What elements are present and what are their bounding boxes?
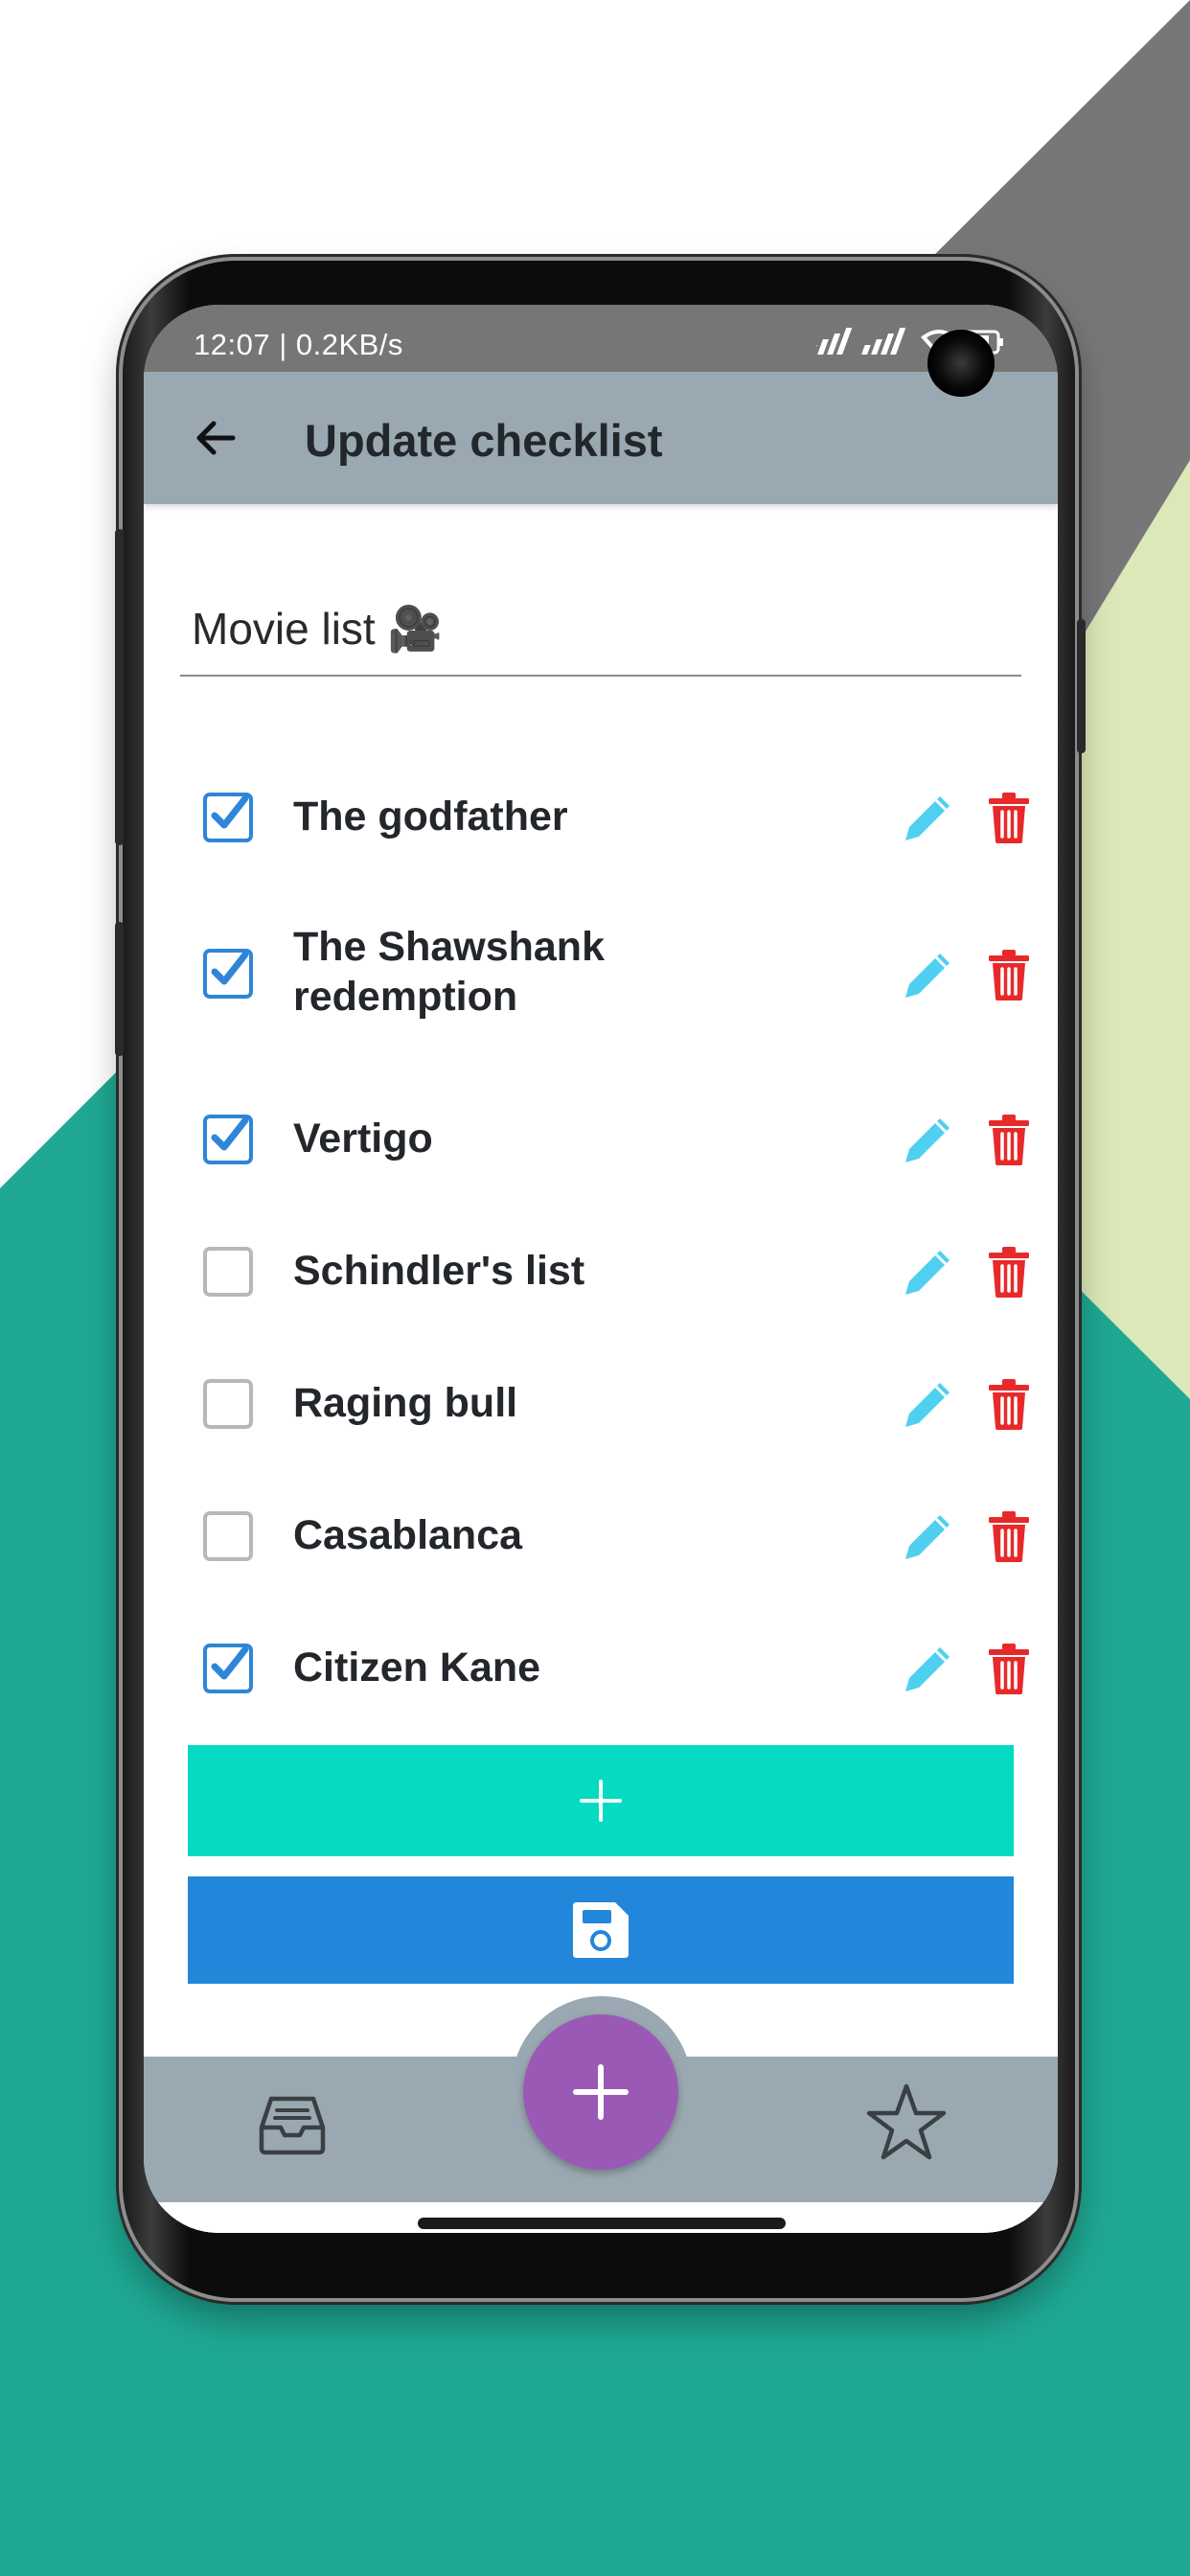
inbox-icon bbox=[259, 2096, 326, 2155]
pencil-icon bbox=[905, 1118, 950, 1162]
trash-icon bbox=[989, 1511, 1029, 1562]
edit-button[interactable] bbox=[899, 1374, 958, 1434]
back-button[interactable] bbox=[184, 406, 247, 470]
edit-button[interactable] bbox=[899, 1242, 958, 1301]
item-checkbox[interactable] bbox=[203, 1644, 253, 1693]
item-checkbox[interactable] bbox=[203, 1379, 253, 1429]
delete-button[interactable] bbox=[981, 1639, 1037, 1698]
arrow-left-icon bbox=[196, 421, 236, 455]
pencil-icon bbox=[905, 1251, 950, 1295]
star-icon bbox=[866, 2083, 947, 2160]
edit-button[interactable] bbox=[899, 788, 958, 847]
app-bar: Update checklist bbox=[144, 372, 1058, 504]
front-camera bbox=[927, 330, 995, 397]
delete-button[interactable] bbox=[981, 788, 1037, 847]
delete-button[interactable] bbox=[981, 1242, 1037, 1301]
page-title: Update checklist bbox=[305, 415, 663, 466]
item-checkbox[interactable] bbox=[203, 793, 253, 842]
item-checkbox[interactable] bbox=[203, 949, 253, 999]
pencil-icon bbox=[905, 954, 950, 998]
checkmark-icon bbox=[211, 1645, 249, 1680]
delete-button[interactable] bbox=[981, 1506, 1037, 1566]
checkmark-icon bbox=[211, 951, 249, 985]
pencil-icon bbox=[905, 1383, 950, 1427]
checkmark-icon bbox=[211, 1116, 249, 1151]
trash-icon bbox=[989, 1247, 1029, 1298]
pencil-icon bbox=[905, 1515, 950, 1559]
trash-icon bbox=[989, 793, 1029, 843]
home-indicator[interactable] bbox=[418, 2218, 786, 2229]
phone-screen: 12:07 | 0.2KB/s Update checklist Movie l… bbox=[144, 305, 1058, 2233]
item-checkbox[interactable] bbox=[203, 1247, 253, 1297]
item-label: The Shawshank redemption bbox=[293, 924, 605, 1020]
inbox-nav-button[interactable] bbox=[251, 2083, 333, 2166]
item-checkbox[interactable] bbox=[203, 1511, 253, 1561]
edit-button[interactable] bbox=[899, 1639, 958, 1698]
fab-add-button[interactable] bbox=[523, 2014, 678, 2170]
add-item-button[interactable] bbox=[188, 1745, 1014, 1856]
pencil-icon bbox=[905, 1647, 950, 1691]
plus-icon bbox=[580, 1780, 622, 1822]
trash-icon bbox=[989, 1379, 1029, 1430]
checklist-title-input[interactable] bbox=[180, 583, 1021, 677]
trash-icon bbox=[989, 1644, 1029, 1694]
edit-button[interactable] bbox=[899, 1110, 958, 1169]
item-label: Raging bull bbox=[293, 1380, 518, 1426]
checkmark-icon bbox=[211, 794, 249, 829]
phone-side-button bbox=[115, 922, 124, 1056]
item-label: Schindler's list bbox=[293, 1248, 585, 1294]
status-text: 12:07 | 0.2KB/s bbox=[194, 328, 403, 361]
save-button[interactable] bbox=[188, 1876, 1014, 1984]
edit-button[interactable] bbox=[899, 945, 958, 1004]
trash-icon bbox=[989, 950, 1029, 1000]
phone-side-button bbox=[115, 529, 124, 845]
pencil-icon bbox=[905, 796, 950, 840]
delete-button[interactable] bbox=[981, 945, 1037, 1004]
trash-icon bbox=[989, 1115, 1029, 1165]
item-label: The godfather bbox=[293, 794, 568, 840]
favorites-nav-button[interactable] bbox=[862, 2078, 950, 2166]
save-icon bbox=[573, 1902, 629, 1958]
plus-icon bbox=[573, 2064, 629, 2120]
item-label: Casablanca bbox=[293, 1512, 523, 1558]
phone-side-button bbox=[1077, 619, 1086, 753]
item-label: Vertigo bbox=[293, 1116, 433, 1162]
status-bar: 12:07 | 0.2KB/s bbox=[144, 305, 1058, 372]
delete-button[interactable] bbox=[981, 1374, 1037, 1434]
delete-button[interactable] bbox=[981, 1110, 1037, 1169]
item-checkbox[interactable] bbox=[203, 1115, 253, 1164]
edit-button[interactable] bbox=[899, 1506, 958, 1566]
item-label: Citizen Kane bbox=[293, 1644, 541, 1690]
